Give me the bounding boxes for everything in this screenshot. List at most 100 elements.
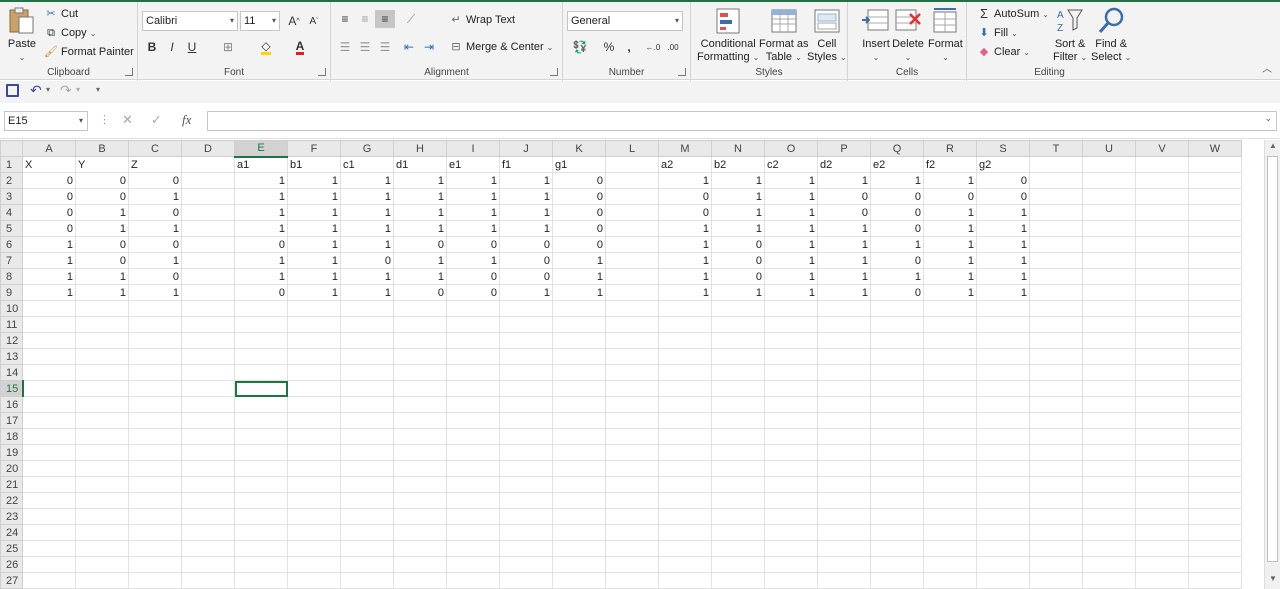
column-header-i[interactable]: I — [446, 140, 500, 157]
column-header-m[interactable]: M — [658, 140, 712, 157]
cell-b26[interactable] — [75, 556, 129, 573]
row-header-26[interactable]: 26 — [0, 556, 23, 573]
row-header-20[interactable]: 20 — [0, 460, 23, 477]
cell-i7[interactable]: 1 — [446, 252, 500, 269]
cell-p20[interactable] — [817, 460, 871, 477]
cell-t21[interactable] — [1029, 476, 1083, 493]
cell-c11[interactable] — [128, 316, 182, 333]
cell-k12[interactable] — [552, 332, 606, 349]
insert-function-button[interactable]: fx — [182, 112, 191, 128]
cell-e14[interactable] — [234, 364, 288, 381]
cell-f10[interactable] — [287, 300, 341, 317]
cell-v14[interactable] — [1135, 364, 1189, 381]
copy-button[interactable]: ⧉ Copy ⌄ — [44, 26, 96, 40]
cell-s21[interactable] — [976, 476, 1030, 493]
cell-s14[interactable] — [976, 364, 1030, 381]
cell-w4[interactable] — [1188, 204, 1242, 221]
cell-q21[interactable] — [870, 476, 924, 493]
scroll-down-icon[interactable]: ▼ — [1265, 574, 1280, 588]
row-header-16[interactable]: 16 — [0, 396, 23, 413]
cell-b13[interactable] — [75, 348, 129, 365]
cell-e12[interactable] — [234, 332, 288, 349]
cell-j7[interactable]: 0 — [499, 252, 553, 269]
cell-h23[interactable] — [393, 508, 447, 525]
vertical-scrollbar[interactable]: ▲ ▼ — [1264, 140, 1280, 589]
cell-c14[interactable] — [128, 364, 182, 381]
cell-f26[interactable] — [287, 556, 341, 573]
cell-c13[interactable] — [128, 348, 182, 365]
column-header-b[interactable]: B — [75, 140, 129, 157]
cell-i8[interactable]: 0 — [446, 268, 500, 285]
format-painter-button[interactable]: 🖌 Format Painter — [44, 45, 134, 59]
cell-m20[interactable] — [658, 460, 712, 477]
cell-g8[interactable]: 1 — [340, 268, 394, 285]
cell-b18[interactable] — [75, 428, 129, 445]
cell-n27[interactable] — [711, 572, 765, 589]
cell-h26[interactable] — [393, 556, 447, 573]
cell-q12[interactable] — [870, 332, 924, 349]
cell-i9[interactable]: 0 — [446, 284, 500, 301]
cell-n18[interactable] — [711, 428, 765, 445]
cell-r9[interactable]: 1 — [923, 284, 977, 301]
cell-e15[interactable] — [234, 380, 288, 397]
cell-u9[interactable] — [1082, 284, 1136, 301]
cell-q25[interactable] — [870, 540, 924, 557]
cell-b23[interactable] — [75, 508, 129, 525]
cell-d11[interactable] — [181, 316, 235, 333]
cell-c23[interactable] — [128, 508, 182, 525]
cell-k16[interactable] — [552, 396, 606, 413]
cell-t2[interactable] — [1029, 172, 1083, 189]
cell-c18[interactable] — [128, 428, 182, 445]
cell-u10[interactable] — [1082, 300, 1136, 317]
cell-f25[interactable] — [287, 540, 341, 557]
cell-j13[interactable] — [499, 348, 553, 365]
cell-g20[interactable] — [340, 460, 394, 477]
cell-i2[interactable]: 1 — [446, 172, 500, 189]
cell-a23[interactable] — [22, 508, 76, 525]
cut-button[interactable]: ✂ Cut — [44, 7, 78, 21]
cell-r15[interactable] — [923, 380, 977, 397]
cell-k9[interactable]: 1 — [552, 284, 606, 301]
cell-f8[interactable]: 1 — [287, 268, 341, 285]
cell-l8[interactable] — [605, 268, 659, 285]
cell-w15[interactable] — [1188, 380, 1242, 397]
cell-u12[interactable] — [1082, 332, 1136, 349]
cell-n11[interactable] — [711, 316, 765, 333]
cell-o3[interactable]: 1 — [764, 188, 818, 205]
cell-u15[interactable] — [1082, 380, 1136, 397]
cell-s10[interactable] — [976, 300, 1030, 317]
cell-k21[interactable] — [552, 476, 606, 493]
cell-g4[interactable]: 1 — [340, 204, 394, 221]
cell-u19[interactable] — [1082, 444, 1136, 461]
row-header-7[interactable]: 7 — [0, 252, 23, 269]
cell-u22[interactable] — [1082, 492, 1136, 509]
cell-o8[interactable]: 1 — [764, 268, 818, 285]
cell-h19[interactable] — [393, 444, 447, 461]
cell-p3[interactable]: 0 — [817, 188, 871, 205]
cell-j4[interactable]: 1 — [499, 204, 553, 221]
middle-align-button[interactable]: ≡ — [355, 10, 375, 28]
column-header-t[interactable]: T — [1029, 140, 1083, 157]
cell-j23[interactable] — [499, 508, 553, 525]
cell-w21[interactable] — [1188, 476, 1242, 493]
row-header-21[interactable]: 21 — [0, 476, 23, 493]
cell-i27[interactable] — [446, 572, 500, 589]
cell-m22[interactable] — [658, 492, 712, 509]
cell-v16[interactable] — [1135, 396, 1189, 413]
row-header-25[interactable]: 25 — [0, 540, 23, 557]
cell-m24[interactable] — [658, 524, 712, 541]
cell-b14[interactable] — [75, 364, 129, 381]
redo-icon[interactable]: ↷ — [60, 82, 72, 99]
cell-w17[interactable] — [1188, 412, 1242, 429]
column-header-e[interactable]: E — [234, 140, 288, 158]
row-header-15[interactable]: 15 — [0, 380, 24, 397]
number-format-select[interactable]: General ▾ — [567, 11, 683, 31]
cell-c2[interactable]: 0 — [128, 172, 182, 189]
cell-m6[interactable]: 1 — [658, 236, 712, 253]
cell-i4[interactable]: 1 — [446, 204, 500, 221]
cell-l2[interactable] — [605, 172, 659, 189]
cell-t22[interactable] — [1029, 492, 1083, 509]
cell-u7[interactable] — [1082, 252, 1136, 269]
cell-b17[interactable] — [75, 412, 129, 429]
cell-a21[interactable] — [22, 476, 76, 493]
